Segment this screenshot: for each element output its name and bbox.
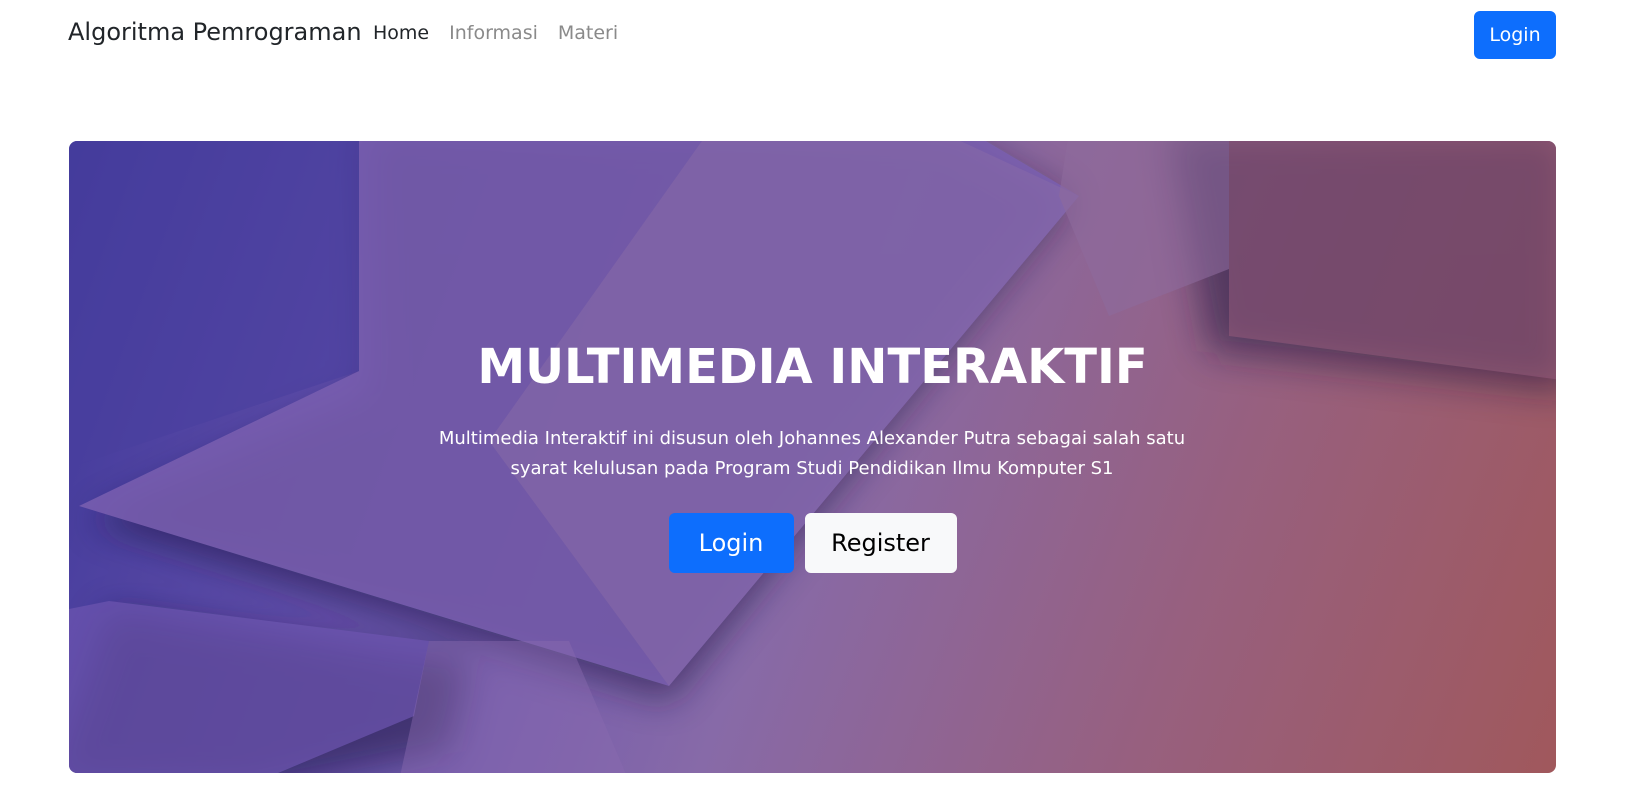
hero-register-button[interactable]: Register <box>804 513 957 573</box>
hero-login-button[interactable]: Login <box>668 513 794 573</box>
hero-description: Multimedia Interaktif ini disusun oleh J… <box>438 428 1186 479</box>
hero-buttons: Login Register <box>69 513 1556 573</box>
nav-link-materi[interactable]: Materi <box>558 22 618 44</box>
hero-title: MULTIMEDIA INTERAKTIF <box>477 339 1148 395</box>
nav-link-home[interactable]: Home <box>373 22 429 44</box>
brand-link[interactable]: Algoritma Pemrograman <box>68 18 362 46</box>
hero-content: MULTIMEDIA INTERAKTIF Multimedia Interak… <box>69 141 1556 773</box>
nav-links: Home Informasi Materi <box>373 22 618 44</box>
navbar: Algoritma Pemrograman Home Informasi Mat… <box>0 0 1632 70</box>
navbar-login-button[interactable]: Login <box>1474 11 1556 59</box>
hero-banner: MULTIMEDIA INTERAKTIF Multimedia Interak… <box>69 141 1556 773</box>
nav-link-informasi[interactable]: Informasi <box>449 22 538 44</box>
